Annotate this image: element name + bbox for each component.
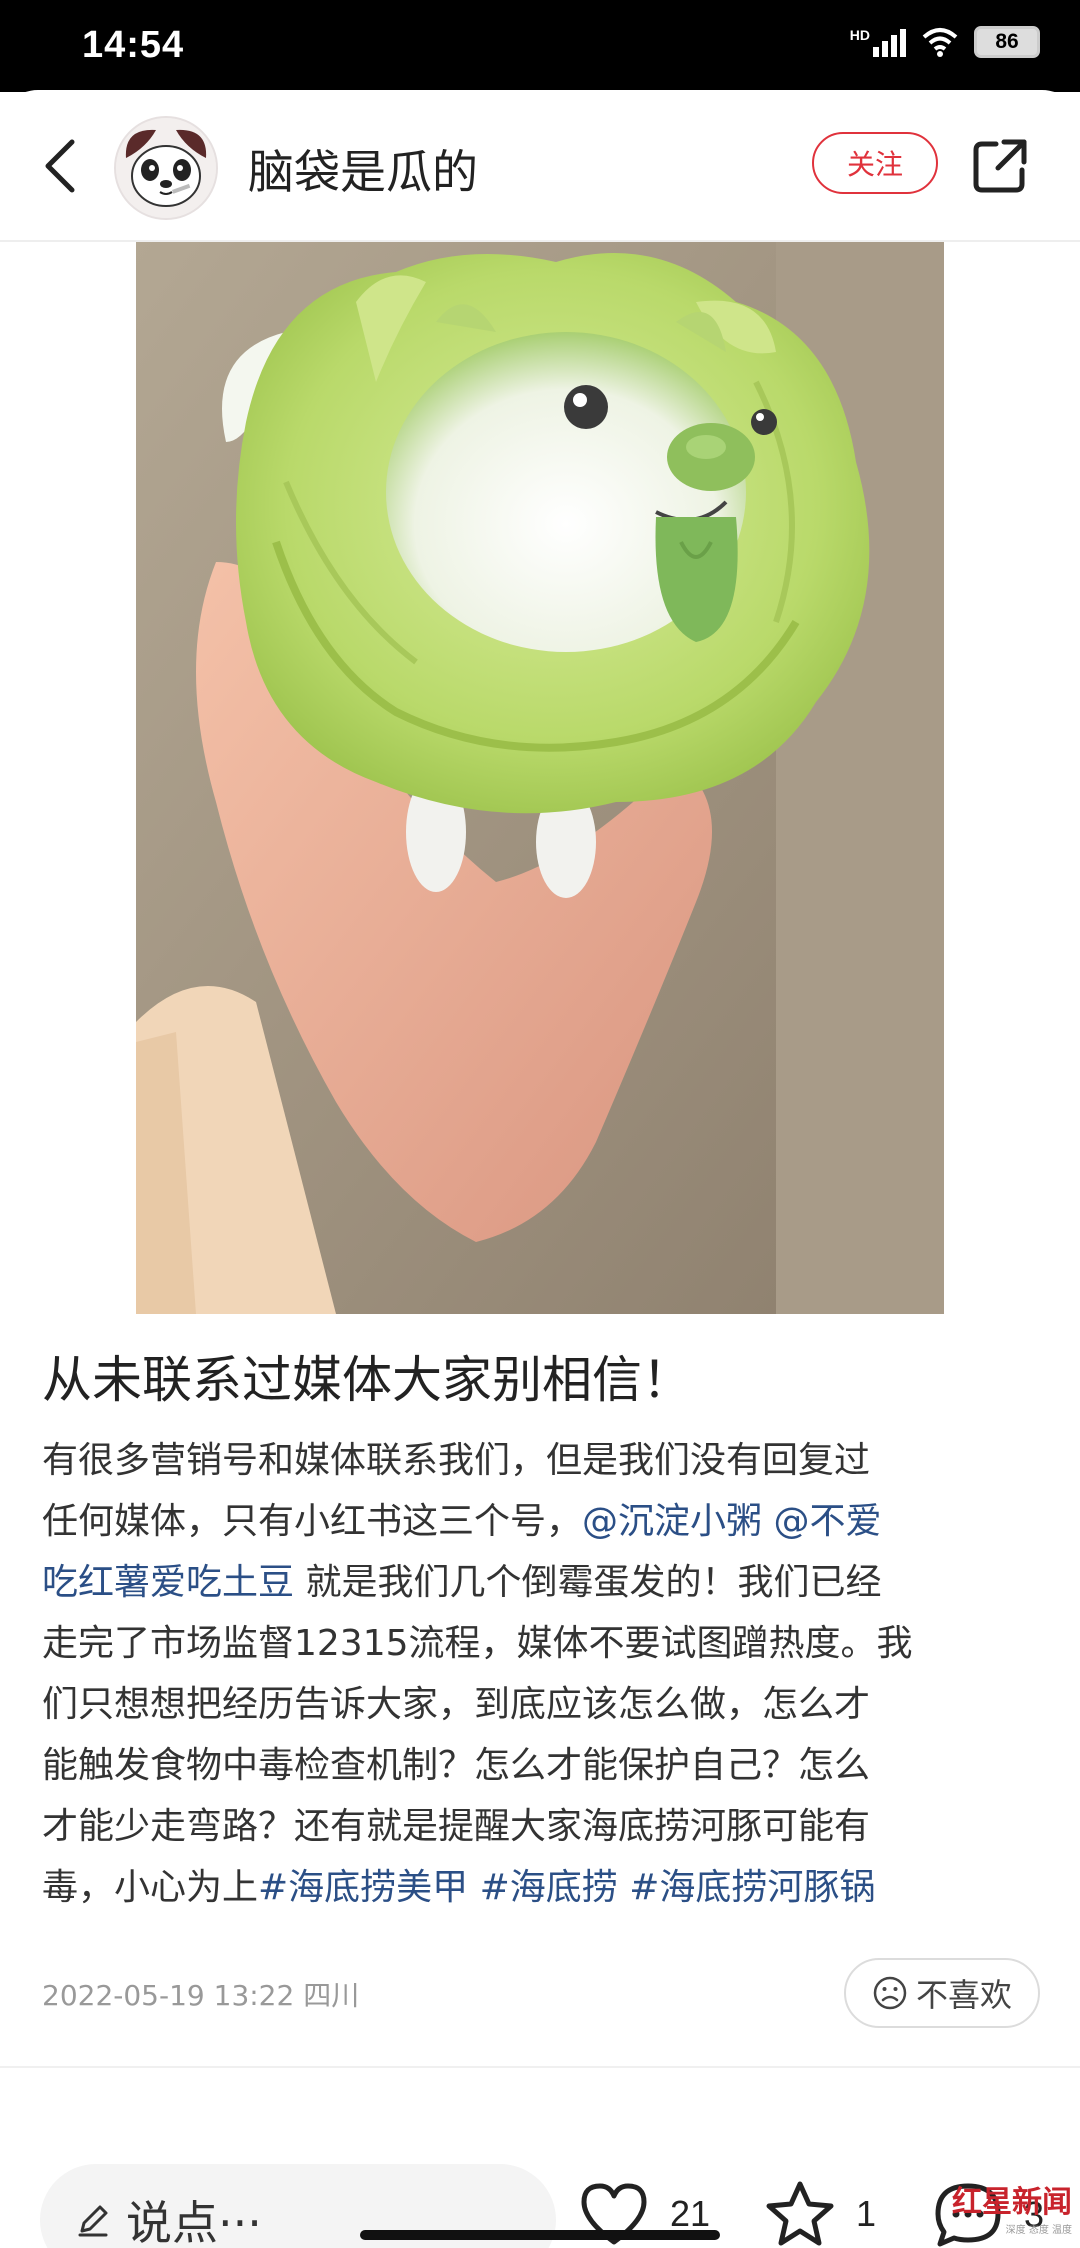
post-title: 从未联系过媒体大家别相信！ — [42, 1351, 692, 1409]
post-body-line: 走完了市场监督12315流程，媒体不要试图蹭热度。我 — [42, 1613, 1052, 1674]
post-text — [762, 1501, 773, 1542]
collect-count: 1 — [856, 2193, 877, 2234]
collect-button[interactable]: 1 — [764, 2180, 876, 2248]
post-header: 脑袋是瓜的 关注 — [0, 90, 1080, 242]
post-body-line: 有很多营销号和媒体联系我们，但是我们没有回复过 — [42, 1430, 1052, 1491]
star-icon — [766, 2181, 834, 2246]
dislike-button[interactable]: 不喜欢 — [844, 1958, 1040, 2028]
sad-face-icon — [873, 1976, 907, 2010]
mention-link[interactable]: @不爱 — [773, 1501, 881, 1542]
hashtag-link[interactable]: #海底捞美甲 — [258, 1867, 468, 1908]
post-text: 才能少走弯路？还有就是提醒大家海底捞河豚可能有 — [42, 1806, 871, 1847]
post-text — [618, 1867, 629, 1908]
network-type: HD — [849, 27, 870, 43]
battery-indicator: 86 — [974, 26, 1040, 58]
cabbage-dog-figurine-image — [136, 242, 944, 1314]
mention-link[interactable]: @沉淀小粥 — [582, 1501, 762, 1542]
back-arrow-icon[interactable] — [38, 138, 82, 194]
post-text: 毒，小心为上 — [42, 1867, 259, 1908]
post-body-line: 毒，小心为上#海底捞美甲 #海底捞 #海底捞河豚锅 — [42, 1857, 1052, 1918]
mention-link[interactable]: 吃红薯爱吃土豆 — [42, 1562, 294, 1603]
hashtag-link[interactable]: #海底捞 — [480, 1867, 618, 1908]
author-name[interactable]: 脑袋是瓜的 — [248, 136, 478, 202]
post-text: 就是我们几个倒霉蛋发的！我们已经 — [294, 1562, 882, 1603]
post-image[interactable] — [136, 242, 944, 1314]
panda-avatar-icon — [116, 118, 216, 218]
home-indicator — [360, 2230, 720, 2240]
status-time: 14:54 — [82, 24, 185, 66]
bottom-action-bar: 说点··· 21 1 3 红星新闻 深度 态度 温度 — [0, 2066, 1080, 2248]
post-body-line: 吃红薯爱吃土豆 就是我们几个倒霉蛋发的！我们已经 — [42, 1552, 1052, 1613]
post-text: 能触发食物中毒检查机制？怎么才能保护自己？怎么 — [42, 1745, 871, 1786]
post-body-line: 任何媒体，只有小红书这三个号，@沉淀小粥 @不爱 — [42, 1491, 1052, 1552]
post-text — [468, 1867, 479, 1908]
post-body-line: 才能少走弯路？还有就是提醒大家海底捞河豚可能有 — [42, 1796, 1052, 1857]
dislike-label: 不喜欢 — [915, 1976, 1012, 2014]
hashtag-link[interactable]: #海底捞河豚锅 — [629, 1867, 875, 1908]
post-sheet: 脑袋是瓜的 关注 从未联系过媒体大家别相信！ 有很多营销号和媒体联系我们，但是我… — [0, 90, 1080, 2248]
share-icon[interactable] — [970, 136, 1030, 196]
signal-icon: HD — [850, 27, 906, 57]
comment-placeholder: 说点··· — [126, 2196, 262, 2248]
post-text: 走完了市场监督12315流程，媒体不要试图蹭热度。我 — [42, 1623, 913, 1664]
post-text: 们只想想把经历告诉大家，到底应该怎么做，怎么才 — [42, 1684, 871, 1725]
pencil-icon — [78, 2205, 108, 2237]
status-icons: HD 86 — [850, 26, 1040, 58]
post-date-location: 2022-05-19 13:22 四川 — [42, 1979, 360, 2012]
watermark-tagline: 深度 态度 温度 — [1005, 2225, 1072, 2236]
wifi-icon — [922, 28, 958, 57]
like-count: 21 — [670, 2193, 711, 2234]
post-text: 任何媒体，只有小红书这三个号， — [42, 1501, 583, 1542]
follow-button[interactable]: 关注 — [812, 132, 938, 194]
post-body-line: 们只想想把经历告诉大家，到底应该怎么做，怎么才 — [42, 1674, 1052, 1735]
status-bar: 14:54 HD 86 — [0, 0, 1080, 92]
red-star-news-watermark: 红星新闻 深度 态度 温度 — [952, 2177, 1072, 2236]
post-body-line: 能触发食物中毒检查机制？怎么才能保护自己？怎么 — [42, 1735, 1052, 1796]
post-text: 有很多营销号和媒体联系我们，但是我们没有回复过 — [42, 1440, 871, 1481]
post-body: 有很多营销号和媒体联系我们，但是我们没有回复过 任何媒体，只有小红书这三个号，@沉… — [42, 1430, 1052, 1918]
author-avatar[interactable] — [114, 116, 218, 220]
watermark-brand: 红星新闻 — [952, 2185, 1072, 2220]
